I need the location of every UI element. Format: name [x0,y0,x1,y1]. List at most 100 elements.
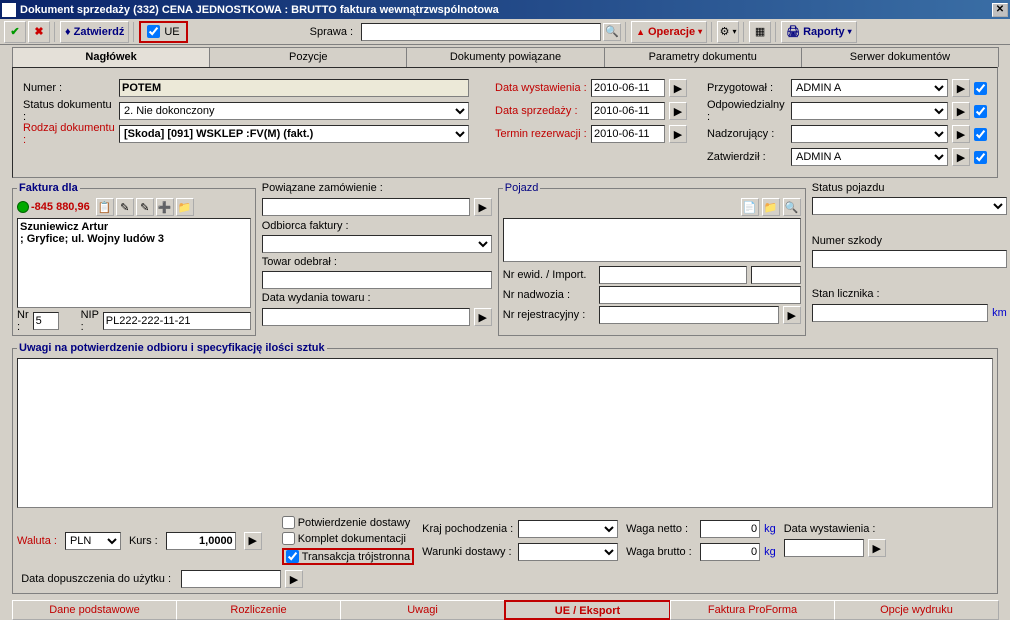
termin-input[interactable] [591,125,665,143]
datasprz-input[interactable] [591,102,665,120]
ok-button[interactable]: ✔ [4,21,26,43]
status-select[interactable]: 2. Nie dokonczony [119,102,469,120]
arrow-right-icon[interactable]: ▶ [783,306,801,324]
nadz-select[interactable] [791,125,948,143]
arrow-right-icon[interactable]: ▶ [474,198,492,216]
add-icon[interactable]: ➕ [156,198,174,216]
nadz-check[interactable] [974,128,987,141]
nrnadw-input[interactable] [599,286,801,304]
statuspoj-select[interactable] [812,197,1007,215]
arrow-right-icon[interactable]: ▶ [669,102,687,120]
zatw-select[interactable]: ADMIN A [791,148,948,166]
nrrej-input[interactable] [599,306,779,324]
przyg-label: Przygotował : [707,82,787,94]
tab-naglowek[interactable]: Nagłówek [12,47,210,67]
rodzaj-select[interactable]: [Skoda] [091] WSKLEP :FV(M) (fakt.) [119,125,469,143]
arrow-right-icon[interactable]: ▶ [474,308,492,326]
odp-check[interactable] [974,105,987,118]
datadop-input[interactable] [181,570,281,588]
powzam-input[interactable] [262,198,470,216]
arrow-right-icon[interactable]: ▶ [244,532,262,550]
komplet-label: Komplet dokumentacji [298,533,406,545]
zatw-check[interactable] [974,151,987,164]
trans-check[interactable] [286,550,299,563]
nrewid-label: Nr ewid. / Import. [503,269,595,281]
search-icon[interactable]: 🔍 [783,198,801,216]
nip-input[interactable] [103,312,251,330]
towar-label: Towar odebrał : [262,256,492,268]
odp-select[interactable] [791,102,948,120]
folder-icon[interactable]: 📁 [176,198,194,216]
sprawa-input[interactable] [361,23,601,41]
tab-pozycje[interactable]: Pozycje [209,47,407,67]
gear-icon[interactable]: ⚙▾ [717,21,739,43]
warunki-select[interactable] [518,543,618,561]
datawys-input[interactable] [591,79,665,97]
btab-opcje[interactable]: Opcje wydruku [834,600,999,620]
btab-ue[interactable]: UE / Eksport [504,600,671,620]
faktura-legend: Faktura dla [17,182,80,194]
arrow-right-icon[interactable]: ▶ [952,125,970,143]
potw-check[interactable] [282,516,295,529]
datawys2-input[interactable] [784,539,864,557]
fakt-nr-input[interactable] [33,312,59,330]
odb-select[interactable] [262,235,492,253]
uwagi-legend: Uwagi na potwierdzenie odbioru i specyfi… [17,342,327,354]
operacje-button[interactable]: ▲ Operacje ▾ [631,21,707,43]
waluta-select[interactable]: PLN [65,532,121,550]
kg-label2: kg [764,546,776,558]
datawyd-input[interactable] [262,308,470,326]
wagan-input[interactable] [700,520,760,538]
datawys-label: Data wystawienia : [495,82,587,94]
numer-input[interactable] [119,79,469,97]
sprawa-label: Sprawa : [310,26,353,38]
btab-rozl[interactable]: Rozliczenie [176,600,341,620]
licznik-label: Stan licznika : [812,288,1007,300]
arrow-right-icon[interactable]: ▶ [669,125,687,143]
arrow-right-icon[interactable]: ▶ [952,79,970,97]
nrewid-input[interactable] [599,266,747,284]
arrow-right-icon[interactable]: ▶ [868,539,886,557]
folder-icon[interactable]: 📁 [762,198,780,216]
tab-serwer[interactable]: Serwer dokumentów [801,47,999,67]
wagab-input[interactable] [700,543,760,561]
doc-icon[interactable]: 📄 [741,198,759,216]
arrow-right-icon[interactable]: ▶ [952,102,970,120]
kraj-select[interactable] [518,520,618,538]
kurs-input[interactable] [166,532,236,550]
nadz-label: Nadzorujący : [707,128,787,140]
komplet-check[interactable] [282,532,295,545]
fakt-nr-label: Nr : [17,309,29,333]
import-input[interactable] [751,266,801,284]
raporty-button[interactable]: 🖨 Raporty ▾ [781,21,857,43]
pojazd-fieldset: Pojazd 📄 📁 🔍 Nr ewid. / Import. Nr nadwo… [498,182,806,336]
close-icon[interactable]: ✕ [992,3,1008,17]
search-icon[interactable]: 🔍 [603,23,621,41]
paste-icon[interactable]: 📋 [96,198,114,216]
edit-icon[interactable]: ✎ [116,198,134,216]
grid-icon[interactable]: ▦ [749,21,771,43]
btab-proforma[interactable]: Faktura ProForma [670,600,835,620]
app-icon [2,3,16,17]
note-icon[interactable]: ✎ [136,198,154,216]
btab-dane[interactable]: Dane podstawowe [12,600,177,620]
zatwierdz-button[interactable]: ♦ Zatwierdź [60,21,129,43]
arrow-right-icon[interactable]: ▶ [952,148,970,166]
tab-param[interactable]: Parametry dokumentu [604,47,802,67]
btab-uwagi[interactable]: Uwagi [340,600,505,620]
przyg-select[interactable]: ADMIN A [791,79,948,97]
uwagi-textarea[interactable] [17,358,993,508]
cancel-button[interactable]: ✖ [28,21,50,43]
faktura-body: Szuniewicz Artur ; Gryfice; ul. Wojny lu… [17,218,251,308]
arrow-right-icon[interactable]: ▶ [285,570,303,588]
tab-dokpow[interactable]: Dokumenty powiązane [406,47,604,67]
ue-checkbox[interactable] [147,25,160,38]
ue-checkbox-box: UE [139,21,187,43]
header-panel: Numer : Status dokumentu : 2. Nie dokonc… [12,67,998,178]
arrow-right-icon[interactable]: ▶ [669,79,687,97]
przyg-check[interactable] [974,82,987,95]
szkoda-input[interactable] [812,250,1007,268]
towar-input[interactable] [262,271,492,289]
status-dot-icon [17,201,29,213]
licznik-input[interactable] [812,304,988,322]
